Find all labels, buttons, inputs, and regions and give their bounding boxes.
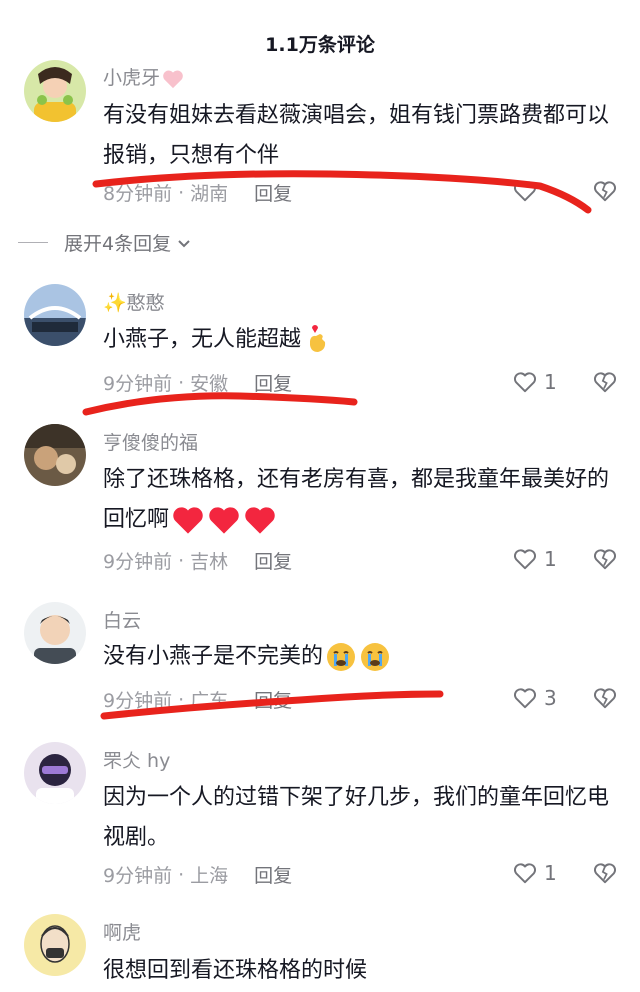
comment-time: 9分钟前 [103, 690, 173, 712]
comment-text: 没有小燕子是不完美的 [103, 644, 324, 669]
comment-text: 很想回到看还珠格格的时候 [103, 958, 368, 983]
red-heart-icon [245, 507, 275, 534]
red-strikethrough-line [82, 392, 358, 416]
comment-time: 9分钟前 [103, 865, 173, 887]
finger-heart-emoji-icon [310, 325, 326, 352]
like-count: 3 [544, 686, 557, 710]
crying-face-emoji-icon [327, 643, 356, 671]
like-button[interactable]: 1 [512, 860, 557, 886]
comment-time: 9分钟前 [103, 551, 173, 573]
username[interactable]: 白云 [103, 606, 141, 633]
reply-button[interactable]: 回复 [254, 547, 292, 574]
separator: · [178, 181, 185, 204]
crying-face-emoji-icon [361, 643, 390, 671]
comment-location: 广东 [190, 690, 229, 712]
heart-outline-icon [513, 181, 537, 202]
reply-button[interactable]: 回复 [254, 369, 292, 396]
dislike-broken-heart-icon[interactable] [592, 369, 618, 395]
expand-replies-label[interactable]: 展开4条回复 [64, 229, 171, 256]
username[interactable]: 小虎牙 [103, 67, 160, 89]
like-button[interactable]: 1 [512, 546, 557, 572]
comment-text: 小燕子，无人能超越 [103, 327, 302, 352]
expand-replies-button[interactable]: 展开4条回复 [18, 229, 193, 256]
username[interactable]: 罘仌 hy [103, 746, 170, 773]
like-button[interactable]: 1 [512, 369, 557, 395]
comment-location: 安徽 [190, 373, 229, 395]
username[interactable]: 亨傻傻的福 [103, 428, 198, 455]
dislike-broken-heart-icon[interactable] [592, 178, 618, 204]
avatar[interactable] [24, 602, 86, 664]
comment-text: 有没有姐妹去看赵薇演唱会，姐有钱门票路费都可以报销，只想有个伴 [103, 103, 610, 168]
like-count: 1 [544, 861, 557, 885]
avatar[interactable] [24, 60, 86, 122]
comment-time: 9分钟前 [103, 373, 173, 395]
heart-outline-icon [513, 549, 537, 570]
dislike-broken-heart-icon[interactable] [592, 860, 618, 886]
avatar[interactable] [24, 914, 86, 976]
comment-location: 湖南 [190, 183, 229, 205]
heart-outline-icon [513, 863, 537, 884]
username[interactable]: ✨憨憨 [103, 288, 165, 315]
comment-text: 因为一个人的过错下架了好几步，我们的童年回忆电视剧。 [103, 785, 610, 850]
heart-outline-icon [513, 372, 537, 393]
red-heart-icon [209, 507, 239, 534]
dislike-broken-heart-icon[interactable] [592, 685, 618, 711]
comments-count-title: 1.1万条评论 [265, 34, 375, 56]
reply-button[interactable]: 回复 [254, 861, 292, 888]
reply-button[interactable]: 回复 [254, 179, 292, 206]
pink-heart-icon [163, 70, 183, 88]
avatar[interactable] [24, 284, 86, 346]
comment-location: 吉林 [190, 551, 229, 573]
heart-outline-icon [513, 688, 537, 709]
red-heart-icon [173, 507, 203, 534]
like-count: 1 [544, 547, 557, 571]
username[interactable]: 啊虎 [103, 918, 141, 945]
separator: · [178, 549, 185, 572]
avatar[interactable] [24, 424, 86, 486]
like-button[interactable] [512, 178, 544, 204]
expand-divider [18, 242, 48, 243]
separator: · [178, 688, 185, 711]
separator: · [178, 863, 185, 886]
like-button[interactable]: 3 [512, 685, 557, 711]
chevron-down-icon [178, 239, 190, 247]
like-count: 1 [544, 370, 557, 394]
dislike-broken-heart-icon[interactable] [592, 546, 618, 572]
avatar[interactable] [24, 742, 86, 804]
reply-button[interactable]: 回复 [254, 686, 292, 713]
separator: · [178, 371, 185, 394]
comment-time: 8分钟前 [103, 183, 173, 205]
comment-location: 上海 [190, 865, 229, 887]
